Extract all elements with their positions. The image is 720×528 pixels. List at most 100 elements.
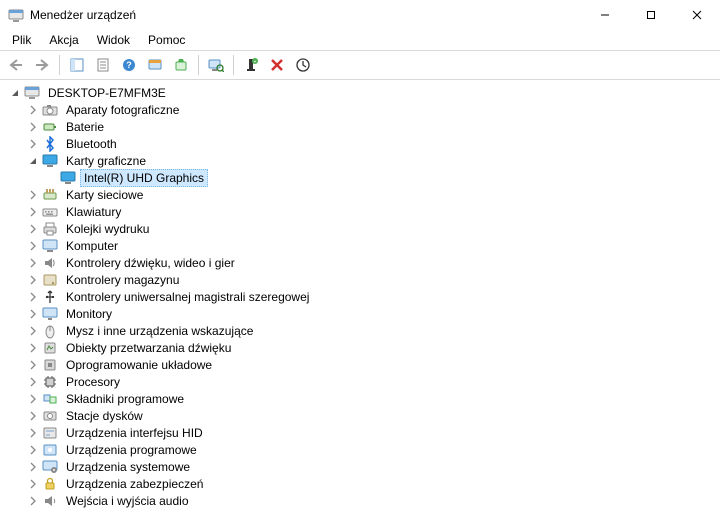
tree-node-label[interactable]: Intel(R) UHD Graphics [80,169,208,187]
tree-node[interactable]: Monitory [4,305,720,322]
expand-toggle[interactable] [26,443,40,457]
expand-toggle[interactable] [26,239,40,253]
minimize-button[interactable] [582,0,628,30]
expand-toggle[interactable] [26,426,40,440]
expand-toggle[interactable] [26,307,40,321]
expand-toggle[interactable] [26,341,40,355]
hid-device-icon [42,425,58,441]
tree-node-label[interactable]: Kontrolery magazynu [62,271,183,289]
toolbar-events-button[interactable] [291,53,315,77]
tree-node-label[interactable]: Baterie [62,118,108,136]
tree-node-label[interactable]: Urządzenia systemowe [62,458,194,476]
tree-root-node[interactable]: DESKTOP-E7MFM3E [4,84,720,101]
tree-node-label[interactable]: Kolejki wydruku [62,220,153,238]
expand-toggle[interactable] [26,205,40,219]
tree-node[interactable]: Urządzenia interfejsu HID [4,424,720,441]
toolbar-help-button[interactable]: ? [117,53,141,77]
monitor-icon [42,306,58,322]
tree-node[interactable]: Urządzenia programowe [4,441,720,458]
expand-toggle[interactable] [26,409,40,423]
tree-node[interactable]: Karty graficzne [4,152,720,169]
toolbar-back-button[interactable] [4,53,28,77]
tree-node-label[interactable]: Monitory [62,305,116,323]
tree-node-label[interactable]: Oprogramowanie układowe [62,356,216,374]
expand-toggle[interactable] [26,273,40,287]
tree-node-child[interactable]: Intel(R) UHD Graphics [4,169,720,186]
toolbar-disable-button[interactable] [265,53,289,77]
toolbar-update-driver-button[interactable] [143,53,167,77]
toolbar-show-hide-button[interactable] [65,53,89,77]
tree-node[interactable]: Urządzenia systemowe [4,458,720,475]
tree-node[interactable]: Kontrolery uniwersalnej magistrali szere… [4,288,720,305]
expand-toggle[interactable] [26,324,40,338]
expand-toggle[interactable] [26,358,40,372]
tree-node-label[interactable]: DESKTOP-E7MFM3E [44,84,170,102]
tree-node-label[interactable]: Procesory [62,373,124,391]
expand-toggle[interactable] [26,103,40,117]
tree-node[interactable]: Procesory [4,373,720,390]
toolbar-forward-button[interactable] [30,53,54,77]
tree-node[interactable]: Mysz i inne urządzenia wskazujące [4,322,720,339]
tree-node-label[interactable]: Kontrolery dźwięku, wideo i gier [62,254,239,272]
tree-node-label[interactable]: Karty graficzne [62,152,150,170]
tree-node-label[interactable]: Urządzenia programowe [62,441,201,459]
display-adapter-icon [42,153,58,169]
expand-toggle[interactable] [26,494,40,508]
menu-action[interactable]: Akcja [41,31,86,49]
toolbar-uninstall-button[interactable] [169,53,193,77]
tree-node[interactable]: Składniki programowe [4,390,720,407]
device-tree[interactable]: DESKTOP-E7MFM3EAparaty fotograficzneBate… [0,80,720,528]
toolbar-add-legacy-button[interactable]: + [239,53,263,77]
toolbar-properties-button[interactable] [91,53,115,77]
processor-icon [42,374,58,390]
expand-toggle[interactable] [26,375,40,389]
expand-toggle[interactable] [26,256,40,270]
tree-node[interactable]: Baterie [4,118,720,135]
tree-node-label[interactable]: Obiekty przetwarzania dźwięku [62,339,235,357]
firmware-icon [42,357,58,373]
tree-node-label[interactable]: Składniki programowe [62,390,188,408]
tree-node[interactable]: Kolejki wydruku [4,220,720,237]
expand-toggle[interactable] [26,222,40,236]
expand-toggle[interactable] [26,154,40,168]
menu-help[interactable]: Pomoc [140,31,193,49]
tree-node[interactable]: Aparaty fotograficzne [4,101,720,118]
tree-node-label[interactable]: Mysz i inne urządzenia wskazujące [62,322,257,340]
tree-node-label[interactable]: Wejścia i wyjścia audio [62,492,193,510]
tree-node[interactable]: Karty sieciowe [4,186,720,203]
tree-node-label[interactable]: Komputer [62,237,122,255]
tree-node[interactable]: Wejścia i wyjścia audio [4,492,720,509]
expand-toggle[interactable] [26,290,40,304]
expand-toggle[interactable] [8,86,22,100]
expand-toggle[interactable] [26,392,40,406]
tree-node[interactable]: Kontrolery dźwięku, wideo i gier [4,254,720,271]
tree-node[interactable]: Kontrolery magazynu [4,271,720,288]
tree-node-label[interactable]: Karty sieciowe [62,186,147,204]
tree-node-label[interactable]: Stacje dysków [62,407,147,425]
tree-node-label[interactable]: Klawiatury [62,203,125,221]
menu-view[interactable]: Widok [89,31,138,49]
toolbar-scan-hardware-button[interactable] [204,53,228,77]
tree-node[interactable]: Klawiatury [4,203,720,220]
expand-toggle[interactable] [26,188,40,202]
menu-file[interactable]: Plik [4,31,39,49]
expand-toggle[interactable] [26,477,40,491]
tree-node[interactable]: Stacje dysków [4,407,720,424]
toolbar-separator [198,55,199,75]
tree-node[interactable]: Obiekty przetwarzania dźwięku [4,339,720,356]
tree-node-label[interactable]: Kontrolery uniwersalnej magistrali szere… [62,288,313,306]
close-button[interactable] [674,0,720,30]
tree-node-label[interactable]: Bluetooth [62,135,121,153]
window-controls [582,0,720,30]
tree-node[interactable]: Bluetooth [4,135,720,152]
tree-node[interactable]: Komputer [4,237,720,254]
expand-toggle[interactable] [26,137,40,151]
expand-toggle[interactable] [26,460,40,474]
expand-toggle[interactable] [26,120,40,134]
tree-node-label[interactable]: Urządzenia zabezpieczeń [62,475,207,493]
tree-node-label[interactable]: Aparaty fotograficzne [62,101,183,119]
tree-node[interactable]: Oprogramowanie układowe [4,356,720,373]
maximize-button[interactable] [628,0,674,30]
tree-node[interactable]: Urządzenia zabezpieczeń [4,475,720,492]
tree-node-label[interactable]: Urządzenia interfejsu HID [62,424,207,442]
